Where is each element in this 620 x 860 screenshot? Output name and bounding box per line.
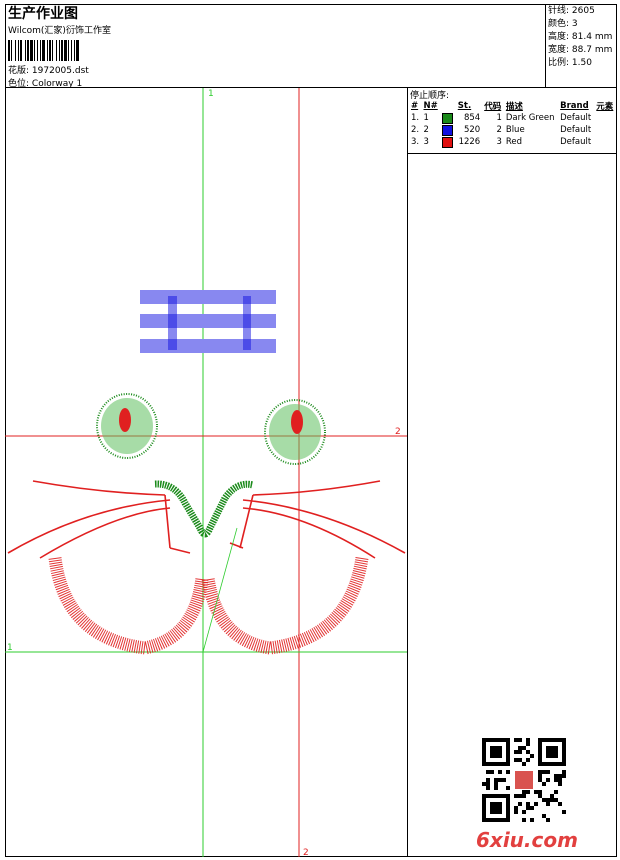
design-value: 1972005.dst (31, 66, 89, 76)
guide-label-top: 1 (208, 89, 214, 99)
stats-box: 针线: 2605 颜色: 3 高度: 81.4 mm 宽度: 88.7 mm 比… (546, 4, 617, 88)
red-contours (7, 480, 406, 559)
page-title: 生产作业图 (8, 6, 78, 22)
stat-stitches: 针线: 2605 (548, 6, 595, 16)
design-line: 花版: 1972005.dst (8, 63, 89, 76)
stat-width: 宽度: 88.7 mm (548, 45, 613, 55)
header-info: 生产作业图 Wilcom(汇家)衍饰工作室 花版: 1972005.dst 色位… (5, 4, 546, 89)
stat-height: 高度: 81.4 mm (548, 32, 613, 42)
blue-motif (140, 290, 276, 353)
green-nose (154, 480, 254, 538)
color-swatch (442, 112, 454, 124)
red-mouth (48, 527, 369, 655)
green-eye-right (264, 399, 326, 465)
color-swatch (442, 124, 454, 136)
stop-sequence-table: # N# St. 代码 描述 Brand 元素 1. 1 854 1 Dark … (409, 100, 616, 148)
studio-name: Wilcom(汇家)衍饰工作室 (8, 26, 111, 36)
qr-code (482, 738, 566, 822)
divider (408, 153, 617, 154)
table-row: 1. 1 854 1 Dark Green Default (411, 112, 592, 124)
stat-colors: 颜色: 3 (548, 19, 578, 29)
seal-stamp (515, 771, 533, 789)
color-swatch (442, 136, 454, 148)
design-label: 花版: (8, 66, 30, 76)
green-eye-left (96, 393, 158, 459)
table-row: 2. 2 520 2 Blue Default (411, 124, 592, 136)
guide-label-left: 1 (7, 643, 13, 653)
watermark-text: 6xiu.com (476, 828, 578, 852)
embroidery-preview: 1 1 2 2 (5, 88, 408, 857)
barcode (8, 40, 79, 61)
guide-label-bottom: 2 (303, 848, 309, 857)
stat-scale: 比例: 1.50 (548, 58, 592, 68)
guide-label-right: 2 (395, 427, 401, 437)
table-row: 3. 3 1226 3 Red Default (411, 136, 592, 148)
embroidery-drawing: 1 1 2 2 (5, 88, 407, 857)
table-header: # N# St. 代码 描述 Brand 元素 (411, 101, 614, 112)
